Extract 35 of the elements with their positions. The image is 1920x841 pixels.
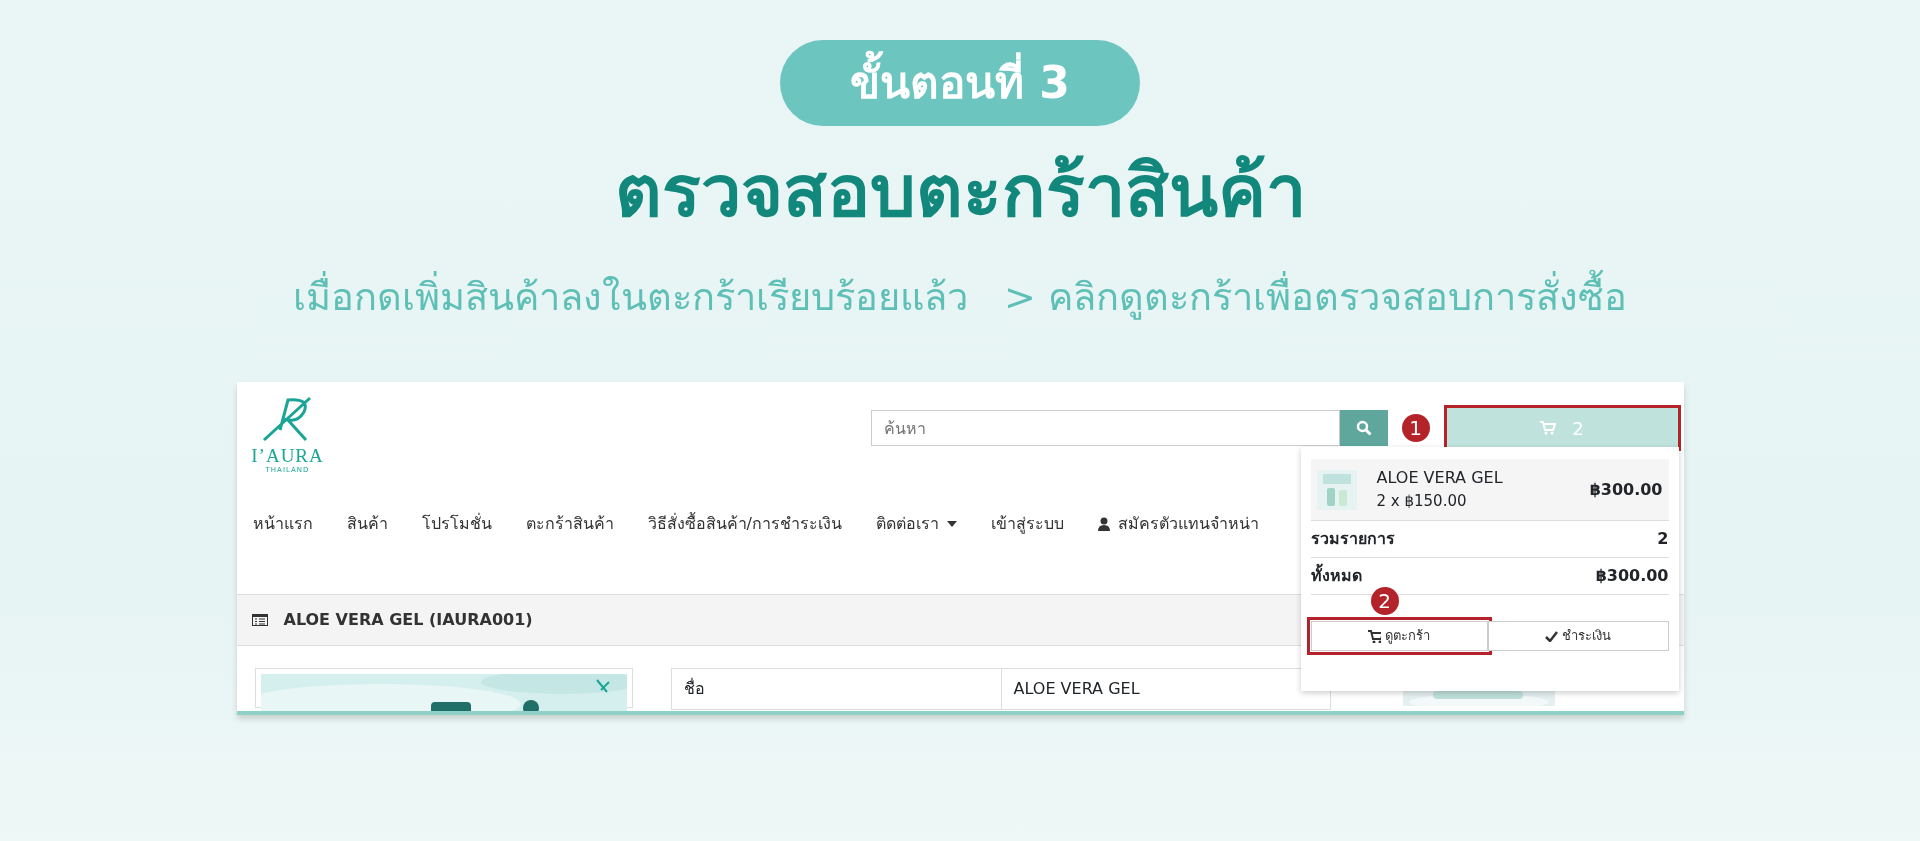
nav-link[interactable]: หน้าแรก	[252, 511, 313, 536]
search-button[interactable]	[1339, 410, 1388, 447]
search-field[interactable]: ค้นหา	[870, 410, 1340, 447]
nav-link[interactable]: ติดต่อเรา	[875, 511, 957, 536]
search-icon	[1355, 420, 1372, 437]
step-badge: ขั้นตอนที่ 3	[780, 40, 1140, 126]
summary-value: 2	[1657, 528, 1669, 551]
nav-link[interactable]: ตะกร้าสินค้า	[525, 511, 614, 536]
step-marker: 1	[1401, 414, 1430, 443]
step-marker: 2	[1370, 587, 1399, 616]
summary-label: ทั้งหมด	[1310, 564, 1362, 589]
cart-icon	[1368, 629, 1381, 643]
user-icon	[1097, 516, 1110, 531]
nav-link[interactable]: โปรโมชั่น	[421, 511, 492, 536]
nav-link[interactable]: สมัครตัวแทนจำหน่า	[1097, 511, 1259, 536]
item-quantity-price: 2 x ฿150.00	[1376, 491, 1468, 513]
nav-link[interactable]: เข้าสู่ระบบ	[990, 511, 1064, 536]
list-icon	[251, 613, 268, 626]
cart-count: 2	[1572, 416, 1584, 441]
cart-icon	[1540, 421, 1557, 436]
nav-link[interactable]: วิธีสั่งซื้อสินค้า/การชำระเงิน	[647, 511, 842, 536]
summary-label: รวมรายการ	[1310, 528, 1395, 551]
caret-icon	[946, 520, 957, 527]
summary-value: ฿300.00	[1595, 565, 1669, 588]
subtitle-text: เมื่อกดเพิ่มสินค้าลงในตะกร้าเรียบร้อยแล้ว	[293, 269, 969, 327]
item-name: ALOE VERA GEL	[1376, 467, 1503, 490]
product-title: ALOE VERA GEL (IAURA001)	[283, 608, 533, 631]
nav-link[interactable]: สินค้า	[346, 511, 388, 536]
check-icon	[1545, 630, 1558, 642]
page-title: ตรวจสอบตะกร้าสินค้า	[613, 152, 1307, 232]
dropdown-button[interactable]: ชำระเงิน	[1487, 621, 1669, 652]
item-total: ฿300.00	[1589, 478, 1663, 501]
subtitle-text: > คลิกดูตะกร้าเพื่อตรวจสอบการสั่งซื้อ	[1004, 269, 1627, 327]
brand-name: I’AURA	[250, 446, 325, 466]
table-cell: ชื่อ	[671, 668, 1001, 710]
